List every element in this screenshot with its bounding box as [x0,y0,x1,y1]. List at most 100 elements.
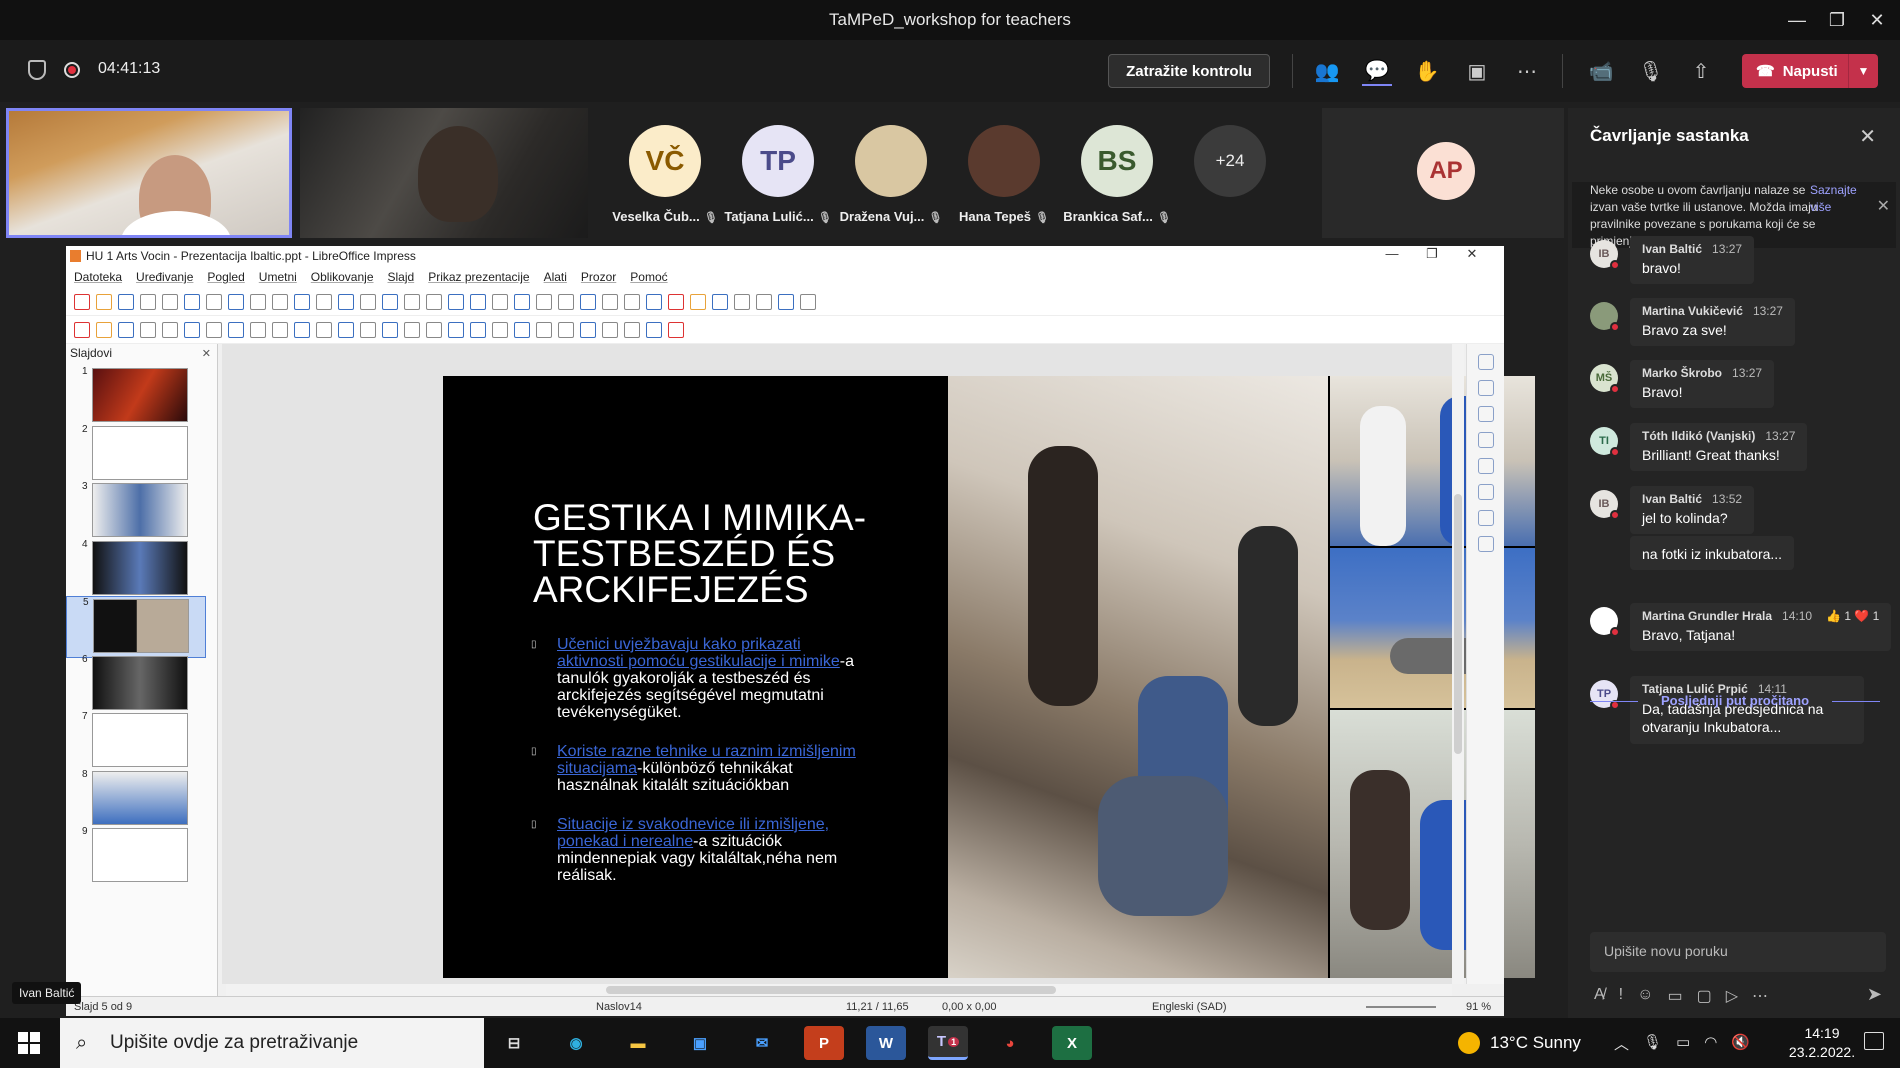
taskbar-clock[interactable]: 14:19 23.2.2022. [1782,1024,1862,1062]
store-icon[interactable]: ▣ [680,1026,720,1060]
toolbar-tool-icon[interactable] [206,321,222,338]
vertical-scrollbar[interactable] [1452,344,1464,984]
close-window-button[interactable]: ✕ [1852,0,1900,40]
participant-4[interactable]: BS Brankica Saf... 🎙 [1062,125,1172,224]
toolbar-tool-icon[interactable] [140,293,156,310]
toolbar-tool-icon[interactable] [404,321,420,338]
video-tile-2[interactable] [300,108,588,238]
weather-widget[interactable]: 13°C Sunny [1458,1032,1581,1054]
toolbar-tool-icon[interactable] [184,321,200,338]
toolbar-tool-icon[interactable] [74,293,90,310]
file-explorer-icon[interactable]: ▬ [618,1026,658,1060]
send-icon[interactable]: ➤ [1867,984,1882,1005]
toolbar-tool-icon[interactable] [294,321,310,338]
lo-minimize-button[interactable]: — [1372,246,1412,261]
lo-close-button[interactable]: ✕ [1452,246,1492,262]
slide-bullets[interactable]: Učenici uvježbavaju kako prikazati aktiv… [531,636,871,906]
toolbar-tool-icon[interactable] [668,321,684,338]
status-zoom[interactable]: 91 % [1466,1001,1491,1013]
message-reactions[interactable]: 👍 1 ❤️ 1 [1826,609,1879,623]
status-language[interactable]: Engleski (SAD) [1152,1001,1227,1013]
toolbar-tool-icon[interactable] [118,321,134,338]
chat-icon[interactable]: 💬 [1362,56,1392,86]
word-icon[interactable]: W [866,1026,906,1060]
dismiss-notice-icon[interactable]: ✕ [1877,198,1890,215]
participants-icon[interactable]: 👥 [1312,56,1342,86]
zoom-slider[interactable] [1366,1006,1436,1008]
request-control-button[interactable]: Zatražite kontrolu [1108,54,1270,88]
slide-canvas[interactable]: GESTIKA I MIMIKA- TESTBESZÉD ÉS ARCKIFEJ… [222,344,1535,984]
participant-5[interactable]: +24 [1175,125,1285,197]
slide-title[interactable]: GESTIKA I MIMIKA- TESTBESZÉD ÉS ARCKIFEJ… [533,499,953,608]
compose-message-input[interactable]: Upišite novu poruku [1590,932,1886,972]
more-actions-icon[interactable]: ⋯ [1752,986,1768,1006]
toolbar-tool-icon[interactable] [382,321,398,338]
toolbar-tool-icon[interactable] [536,293,552,310]
leave-options-chevron-icon[interactable]: ▼ [1848,54,1878,88]
toolbar-tool-icon[interactable] [228,293,244,310]
vertical-scroll-thumb[interactable] [1454,494,1462,754]
toolbar-tool-icon[interactable] [360,321,376,338]
close-chat-icon[interactable]: ✕ [1859,124,1876,149]
toolbar-tool-icon[interactable] [514,321,530,338]
toolbar-tool-icon[interactable] [206,293,222,310]
toolbar-tool-icon[interactable] [316,293,332,310]
menu-item[interactable]: Oblikovanje [311,270,374,284]
teams-icon[interactable]: T1 [928,1026,968,1060]
slide-thumbnail-9[interactable]: 9 [66,826,206,888]
toolbar-tool-icon[interactable] [492,293,508,310]
master-slides-icon[interactable] [1477,458,1494,474]
toolbar-tool-icon[interactable] [118,293,134,310]
slide-thumbnail-1[interactable]: 1 [66,366,206,428]
navigator-icon[interactable] [1477,432,1494,448]
gallery-icon[interactable] [1477,406,1494,422]
mail-icon[interactable]: ✉ [742,1026,782,1060]
horizontal-scrollbar[interactable] [226,984,1452,996]
powerpoint-icon[interactable]: P [804,1026,844,1060]
toolbar-tool-icon[interactable] [624,321,640,338]
leave-button[interactable]: ☎ Napusti ▼ [1742,54,1878,88]
toolbar-tool-icon[interactable] [470,293,486,310]
participant-2[interactable]: Dražena Vuj... 🎙 [836,125,946,224]
toolbar-tool-icon[interactable] [514,293,530,310]
excel-icon[interactable]: X [1052,1026,1092,1060]
slide-thumbnail-7[interactable]: 7 [66,711,206,773]
toolbar-tool-icon[interactable] [756,293,772,310]
video-tile-ivan[interactable] [6,108,292,238]
priority-icon[interactable]: ! [1619,986,1623,1006]
close-pane-icon[interactable]: ✕ [202,347,211,360]
battery-icon[interactable]: ▭ [1676,1033,1690,1054]
wifi-icon[interactable]: ◠ [1704,1033,1717,1054]
toolbar-tool-icon[interactable] [602,293,618,310]
menu-item[interactable]: Pomoć [630,270,667,284]
menu-item[interactable]: Alati [544,270,567,284]
toolbar-tool-icon[interactable] [558,321,574,338]
slide-thumbnail-2[interactable]: 2 [66,424,206,486]
toolbar-tool-icon[interactable] [338,321,354,338]
participant-0[interactable]: VČ Veselka Čub... 🎙 [610,125,720,224]
menu-item[interactable]: Slajd [388,270,415,284]
volume-icon[interactable]: 🔇 [1731,1033,1750,1054]
toolbar-tool-icon[interactable] [228,321,244,338]
toolbar-tool-icon[interactable] [294,293,310,310]
toolbar-tool-icon[interactable] [558,293,574,310]
toolbar-tool-icon[interactable] [492,321,508,338]
menu-item[interactable]: Uređivanje [136,270,193,284]
toolbar-tool-icon[interactable] [162,293,178,310]
toolbar-tool-icon[interactable] [140,321,156,338]
share-screen-icon[interactable]: ⇧ [1686,56,1716,86]
toolbar-tool-icon[interactable] [646,293,662,310]
toolbar-tool-icon[interactable] [272,321,288,338]
toolbar-tool-icon[interactable] [360,293,376,310]
toolbar-tool-icon[interactable] [382,293,398,310]
menu-item[interactable]: Pogled [207,270,244,284]
toolbar-tool-icon[interactable] [800,293,816,310]
toolbar-tool-icon[interactable] [272,293,288,310]
format-icon[interactable]: A̸ [1594,986,1605,1006]
toolbar-tool-icon[interactable] [470,321,486,338]
taskbar-search[interactable]: ⌕ Upišite ovdje za pretraživanje [60,1018,484,1068]
toolbar-tool-icon[interactable] [646,321,662,338]
toolbar-tool-icon[interactable] [448,321,464,338]
toolbar-tool-icon[interactable] [184,293,200,310]
camera-off-icon[interactable]: 📹 [1586,56,1616,86]
